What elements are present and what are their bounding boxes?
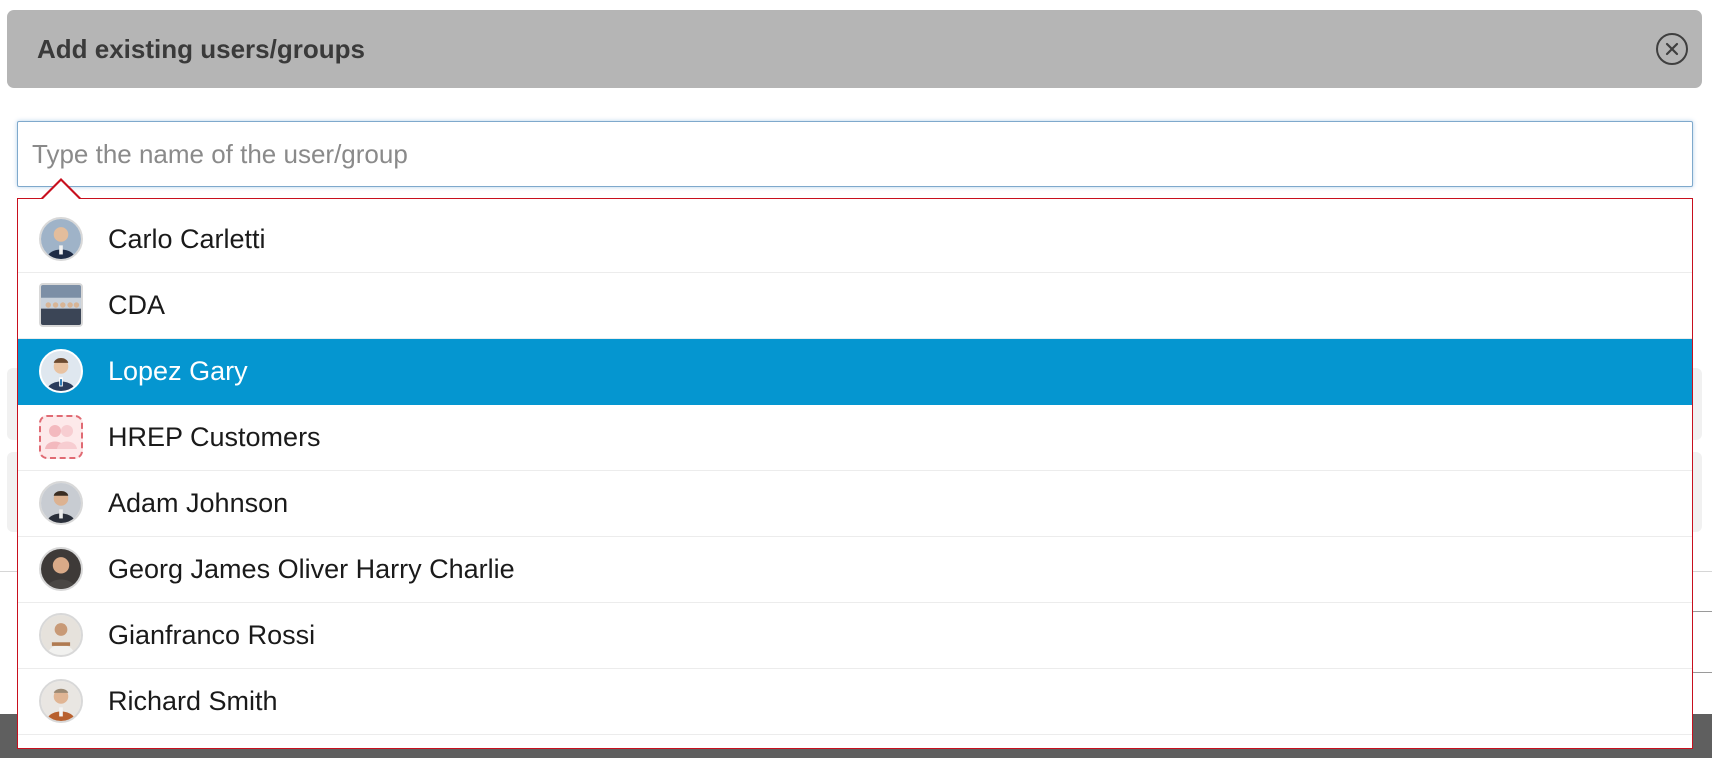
list-item[interactable]: Gianfranco Rossi <box>18 603 1692 669</box>
list-item-label: Gianfranco Rossi <box>108 620 316 650</box>
list-item[interactable]: HREP Customers <box>18 405 1692 471</box>
user-avatar <box>39 481 83 525</box>
search-input[interactable] <box>17 121 1693 187</box>
user-avatar <box>39 547 83 591</box>
list-item[interactable]: Richard Smith <box>18 669 1692 735</box>
user-avatar <box>39 349 83 393</box>
list-item[interactable]: CDA <box>18 273 1692 339</box>
group-placeholder-icon <box>39 415 83 459</box>
dialog: Add existing users/groups Carlo Carletti <box>0 0 1712 758</box>
user-avatar <box>39 613 83 657</box>
list-item-label: Carlo Carletti <box>108 224 266 254</box>
user-avatar <box>39 679 83 723</box>
list-item-label: Georg James Oliver Harry Charlie <box>108 554 515 584</box>
suggestion-list: Carlo Carletti CDA Lopez Gary HREP Custo… <box>18 207 1692 735</box>
list-item-label: CDA <box>108 290 166 320</box>
list-item[interactable]: Adam Johnson <box>18 471 1692 537</box>
dialog-header: Add existing users/groups <box>7 10 1702 88</box>
dropdown-caret-fill <box>42 181 80 200</box>
group-photo <box>39 283 83 327</box>
list-item[interactable]: Georg James Oliver Harry Charlie <box>18 537 1692 603</box>
list-item-label: HREP Customers <box>108 422 321 452</box>
close-button[interactable] <box>1656 33 1688 65</box>
dialog-title: Add existing users/groups <box>37 34 365 64</box>
list-item-label: Lopez Gary <box>108 356 248 386</box>
list-item-label: Richard Smith <box>108 686 278 716</box>
list-item-label: Adam Johnson <box>108 488 289 518</box>
close-icon <box>1665 42 1679 56</box>
list-item-selected[interactable]: Lopez Gary <box>18 339 1692 405</box>
user-avatar <box>39 217 83 261</box>
suggestion-dropdown: Carlo Carletti CDA Lopez Gary HREP Custo… <box>17 178 1693 749</box>
list-item[interactable]: Carlo Carletti <box>18 207 1692 273</box>
